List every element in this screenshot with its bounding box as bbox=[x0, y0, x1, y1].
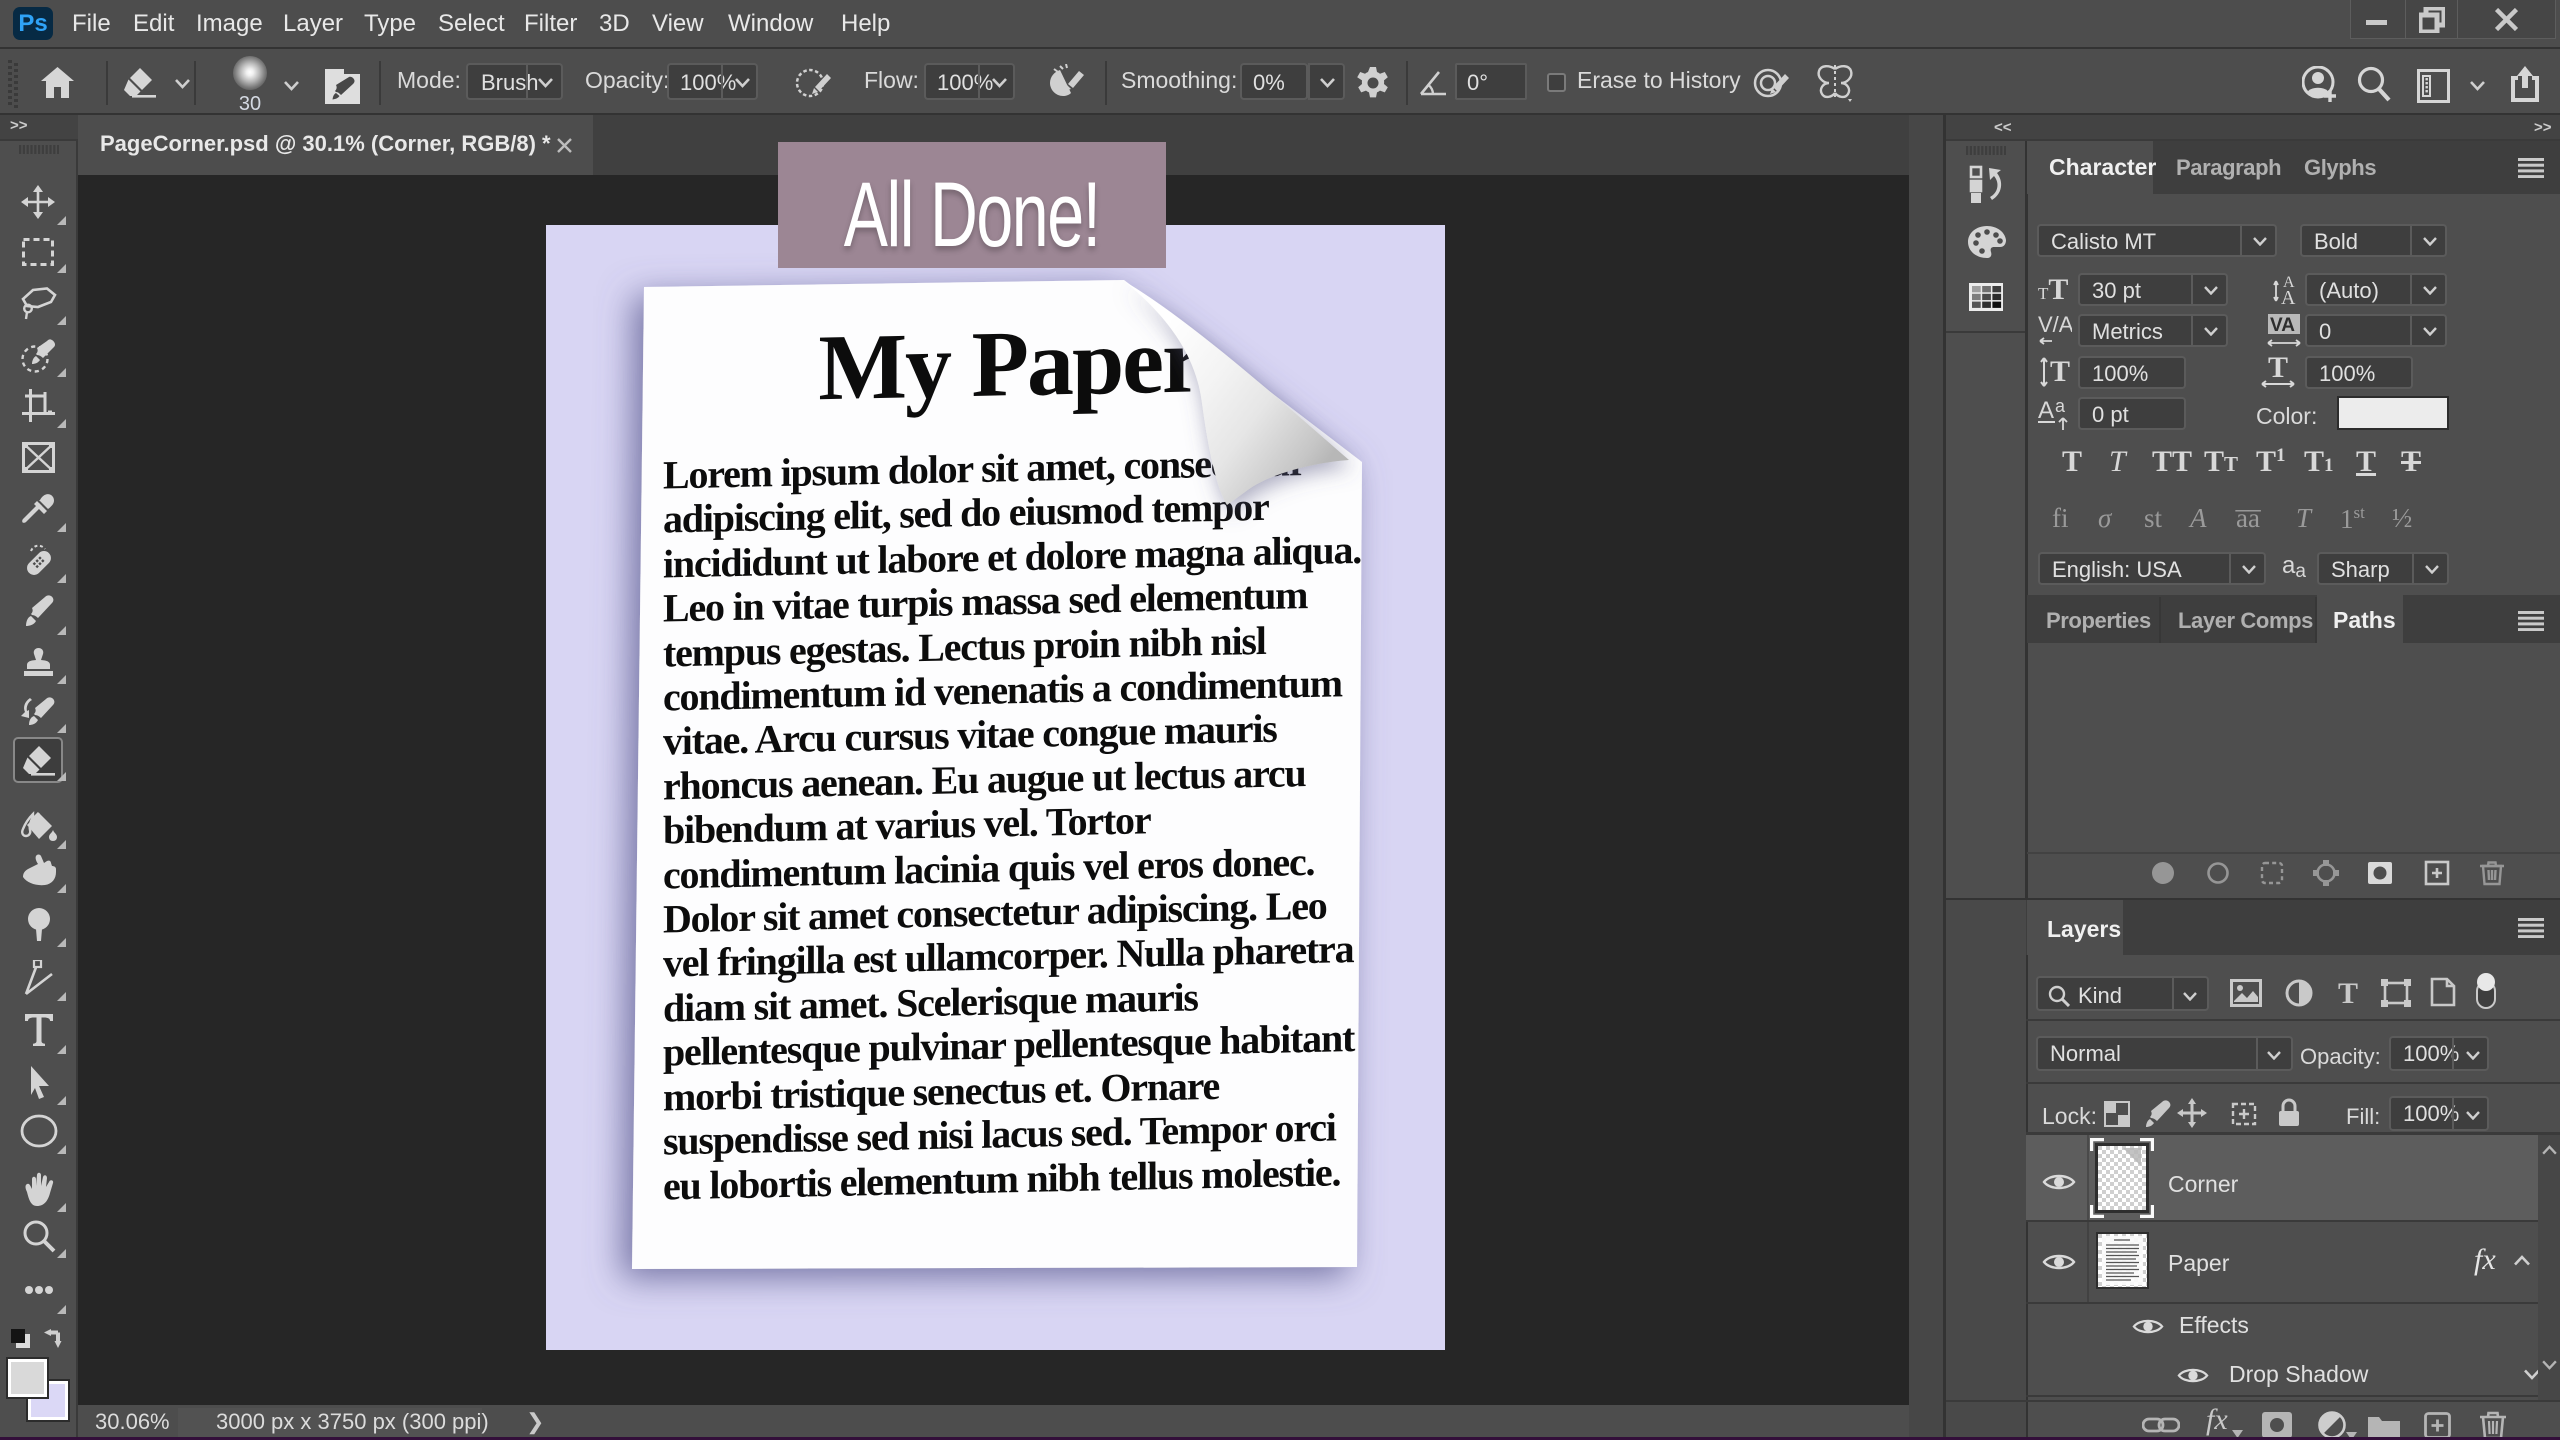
svg-text:V/A: V/A bbox=[2038, 314, 2072, 337]
svg-text:T: T bbox=[2268, 355, 2288, 384]
svg-text:a: a bbox=[2055, 396, 2066, 416]
svg-text:VA: VA bbox=[2270, 315, 2295, 336]
svg-text:A: A bbox=[2038, 397, 2054, 424]
svg-text:A: A bbox=[2281, 287, 2296, 307]
svg-text:T: T bbox=[2050, 355, 2070, 388]
